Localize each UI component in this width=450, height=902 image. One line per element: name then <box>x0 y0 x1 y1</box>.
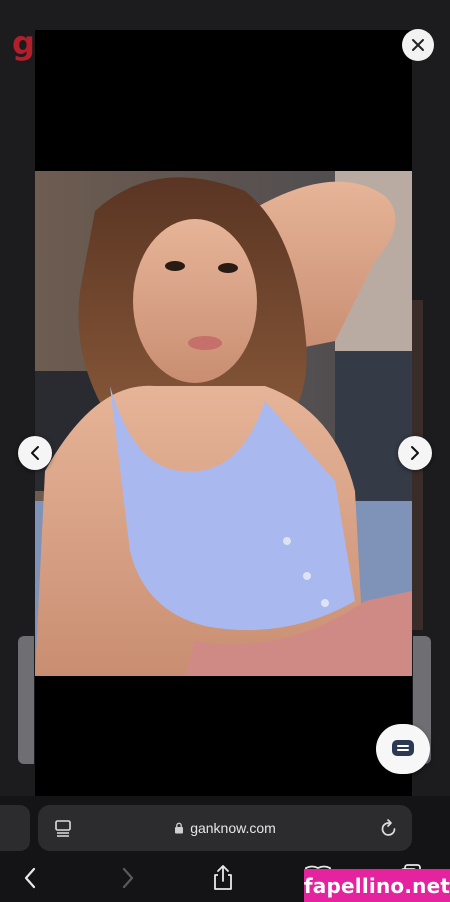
close-icon <box>412 39 424 51</box>
url-display: ganknow.com <box>38 805 412 851</box>
site-logo: g <box>12 24 35 62</box>
background-card-left <box>18 636 34 764</box>
share-icon[interactable] <box>210 864 236 892</box>
previous-image-button[interactable] <box>18 436 52 470</box>
forward-icon[interactable] <box>120 866 136 890</box>
next-image-button[interactable] <box>398 436 432 470</box>
watermark: fapellino.net <box>304 869 450 902</box>
previous-tab-preview[interactable] <box>0 805 30 851</box>
back-icon[interactable] <box>22 866 38 890</box>
address-bar[interactable]: ganknow.com <box>38 805 412 851</box>
url-text: ganknow.com <box>190 820 276 836</box>
lock-icon <box>175 822 184 834</box>
chevron-left-icon <box>31 446 39 460</box>
chat-button[interactable] <box>376 724 430 774</box>
reload-icon[interactable] <box>380 818 398 838</box>
chevron-right-icon <box>411 446 419 460</box>
close-button[interactable] <box>402 29 434 61</box>
lightbox-photo <box>35 171 412 676</box>
photo-illustration <box>35 171 412 676</box>
chat-icon <box>392 740 414 756</box>
page: g ganknow.com fapellino.net <box>0 0 450 902</box>
